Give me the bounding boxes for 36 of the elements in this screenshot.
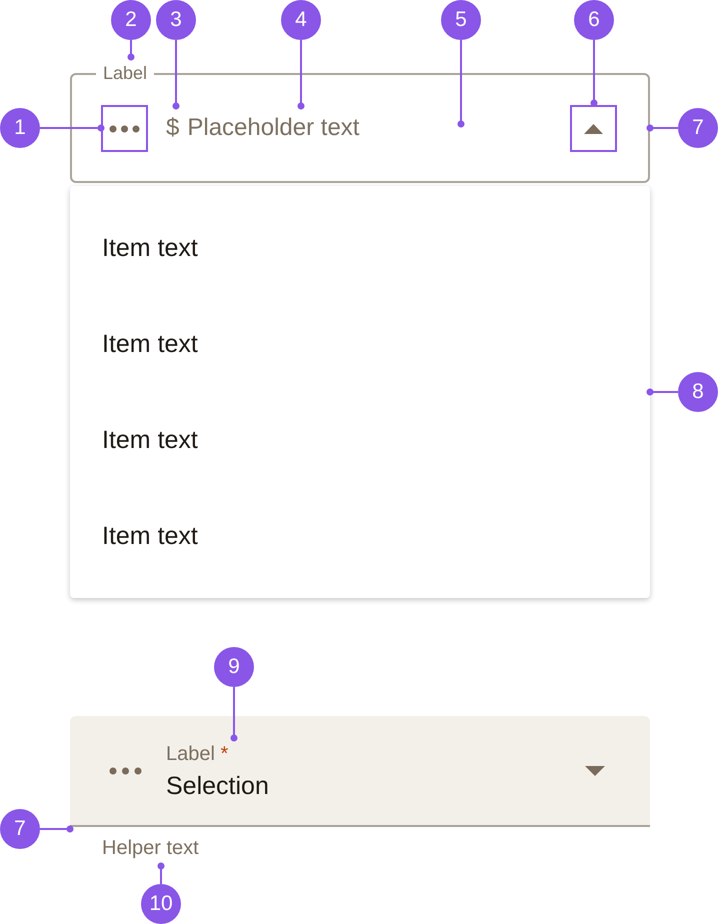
required-mark: * <box>220 742 228 764</box>
callout-number: 3 <box>156 0 196 40</box>
callout-number: 5 <box>441 0 481 40</box>
placeholder-text[interactable]: Placeholder text <box>187 114 360 142</box>
callout-number: 10 <box>141 884 181 924</box>
leader-line <box>128 40 134 60</box>
menu-item[interactable]: Item text <box>70 488 650 584</box>
helper-text: Helper text <box>102 837 199 860</box>
callout-number: 2 <box>111 0 151 40</box>
more-icon[interactable] <box>109 766 142 774</box>
leader-line <box>40 826 74 832</box>
callout-number: 7 <box>678 108 718 148</box>
more-icon[interactable] <box>101 104 148 152</box>
leader-line <box>230 687 238 742</box>
field-label: Label <box>166 742 215 764</box>
callout-number: 8 <box>678 372 718 412</box>
leader-line <box>172 40 180 110</box>
leader-line <box>646 124 678 132</box>
callout-number: 4 <box>281 0 321 40</box>
callout-number: 7 <box>0 809 40 849</box>
leader-line <box>158 862 164 884</box>
leader-line <box>298 40 304 110</box>
leader-line <box>590 40 598 106</box>
leader-line <box>646 388 678 396</box>
callout-number: 9 <box>214 647 254 687</box>
select-field[interactable]: Label * Selection <box>70 716 650 827</box>
menu-item[interactable]: Item text <box>70 296 650 392</box>
callout-number: 6 <box>574 0 614 40</box>
selection-value: Selection <box>166 772 269 800</box>
menu-item[interactable]: Item text <box>70 200 650 296</box>
caret-icon[interactable] <box>585 766 605 776</box>
callout-number: 1 <box>0 108 40 148</box>
leader-line <box>40 124 104 132</box>
prefix-text: $ <box>166 114 180 142</box>
caret-icon[interactable] <box>570 104 617 152</box>
menu-item[interactable]: Item text <box>70 392 650 488</box>
